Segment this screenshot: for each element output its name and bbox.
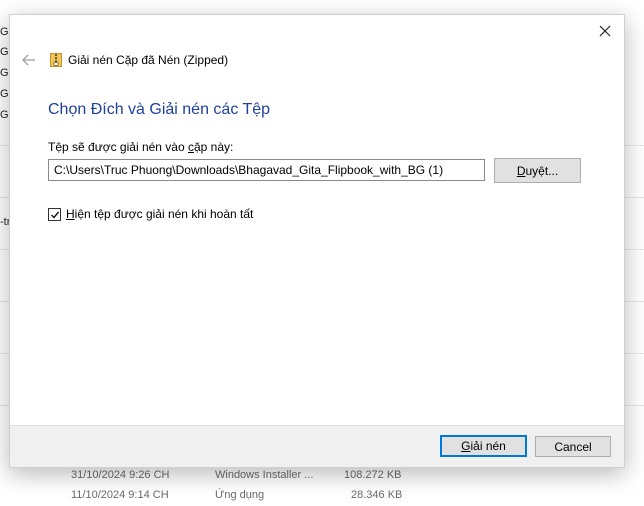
- dialog-footer: [10, 425, 624, 467]
- extract-dialog: Giải nén Cặp đã Nén (Zipped) Chọn Đích v…: [9, 14, 625, 468]
- page-heading: Chọn Đích và Giải nén các Tệp: [48, 101, 271, 118]
- divider: [624, 197, 644, 198]
- bg-fragment: G: [0, 26, 9, 38]
- destination-label: Tệp sẽ được giải nén vào cặp này:: [48, 140, 234, 154]
- bg-fragment: G: [0, 109, 9, 121]
- back-button[interactable]: [20, 52, 38, 68]
- bg-fragment: G: [0, 88, 9, 100]
- zip-folder-icon: [50, 52, 62, 68]
- file-row[interactable]: 11/10/2024 9:14 CH Ứng dụng 28.346 KB: [0, 488, 644, 506]
- divider: [0, 249, 9, 250]
- divider: [624, 145, 644, 146]
- show-files-label: Hiện tệp được giải nén khi hoàn tất: [66, 207, 254, 221]
- file-type: Ứng dụng: [215, 489, 265, 501]
- close-button[interactable]: [594, 21, 616, 41]
- cancel-button[interactable]: Cancel: [535, 436, 611, 457]
- file-type: Windows Installer ...: [215, 469, 314, 481]
- back-arrow-icon: [22, 54, 35, 66]
- divider: [0, 301, 9, 302]
- file-date: 11/10/2024 9:14 CH: [71, 489, 169, 501]
- bg-fragment: G: [0, 46, 9, 58]
- divider: [0, 197, 9, 198]
- destination-path-input[interactable]: [48, 159, 485, 181]
- browse-button[interactable]: Duyệt...: [494, 158, 581, 183]
- dialog-title: Giải nén Cặp đã Nén (Zipped): [68, 53, 229, 67]
- extract-button[interactable]: Giải nén: [440, 435, 527, 457]
- close-icon: [599, 25, 611, 37]
- check-icon: [51, 211, 60, 219]
- divider: [624, 249, 644, 250]
- divider: [624, 353, 644, 354]
- divider: [0, 353, 9, 354]
- divider: [0, 145, 9, 146]
- show-files-option[interactable]: Hiện tệp được giải nén khi hoàn tất: [48, 207, 253, 221]
- file-size: 108.272 KB: [344, 469, 402, 481]
- divider: [0, 405, 9, 406]
- file-date: 31/10/2024 9:26 CH: [71, 469, 170, 481]
- divider: [624, 405, 644, 406]
- file-size: 28.346 KB: [351, 489, 403, 501]
- divider: [624, 301, 644, 302]
- show-files-checkbox[interactable]: [48, 207, 61, 221]
- file-row[interactable]: 31/10/2024 9:26 CH Windows Installer ...…: [0, 468, 644, 486]
- bg-fragment: G: [0, 67, 9, 79]
